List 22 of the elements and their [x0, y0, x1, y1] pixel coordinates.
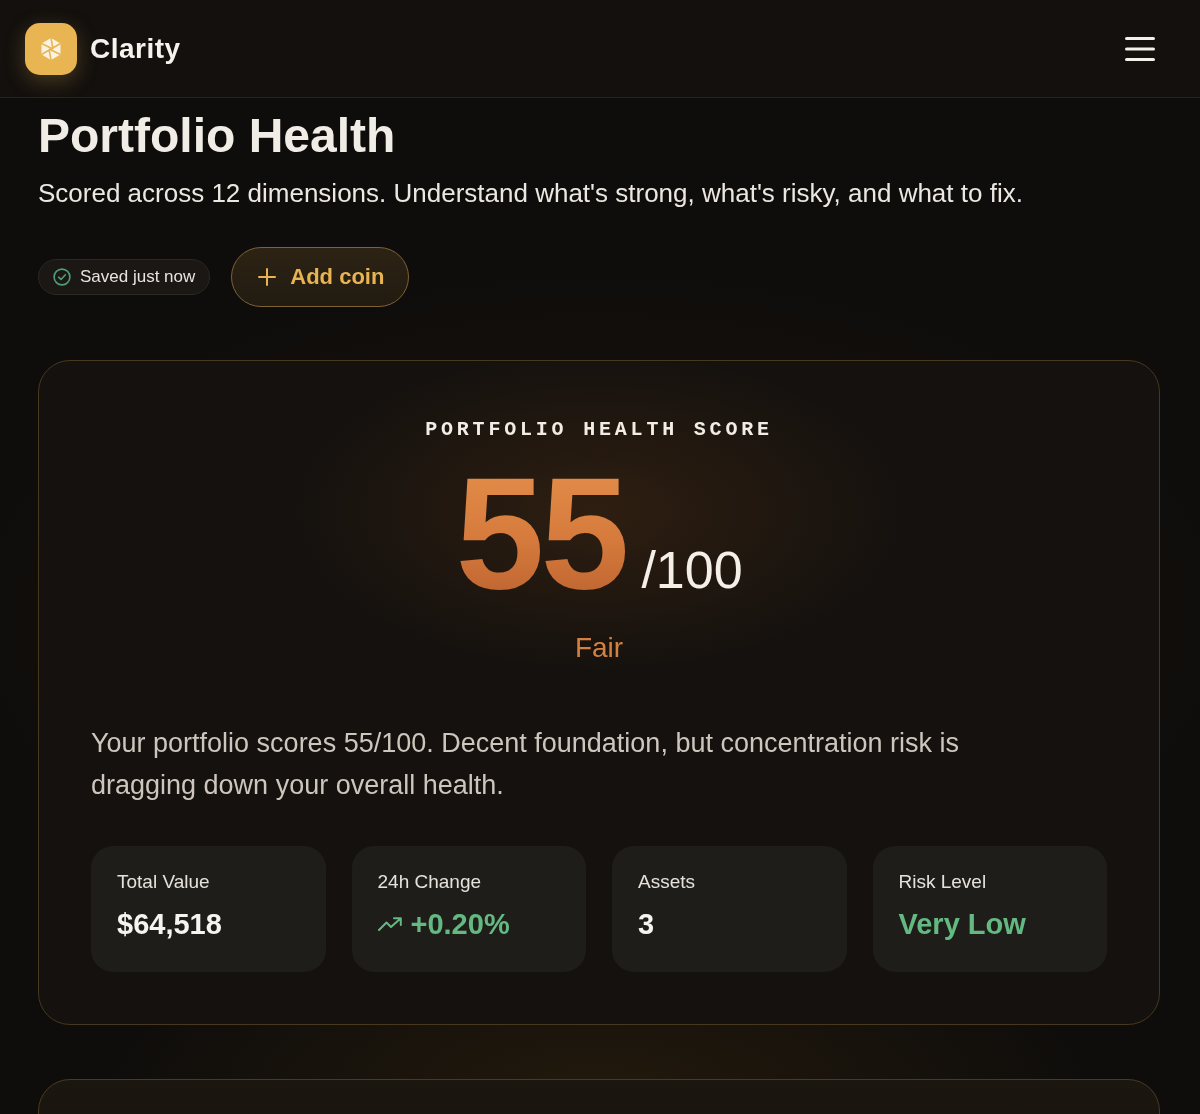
stat-label: Assets	[638, 870, 696, 894]
score-label: PORTFOLIO HEALTH SCORE	[424, 417, 774, 443]
logo-icon	[25, 22, 77, 75]
score-max: /100	[641, 540, 743, 600]
brand-name[interactable]: Clarity	[90, 32, 181, 65]
stat-value: 3	[638, 907, 655, 942]
trend-up-icon	[377, 917, 402, 931]
stat-value: $64,518	[117, 907, 222, 942]
plus-icon	[258, 268, 277, 286]
menu-icon[interactable]	[1125, 35, 1155, 62]
stat-label: Risk Level	[898, 870, 987, 894]
stat-value: Very Low	[898, 907, 1026, 942]
stat-label: 24h Change	[377, 870, 482, 894]
check-circle-icon	[53, 268, 71, 286]
page-title: Portfolio Health	[38, 108, 397, 164]
score-summary: Your portfolio scores 55/100. Decent foundation, but concentration risk is dragging down your overall health.	[91, 727, 961, 802]
stat-label: Total Value	[117, 870, 210, 894]
stat-value: +0.20%	[410, 907, 510, 942]
add-coin-button[interactable]: Add coin	[231, 247, 410, 307]
score-rating: Fair	[573, 631, 625, 665]
page-subtitle: Scored across 12 dimensions. Understand what's strong, what's risky, and what to fix.	[38, 177, 1024, 209]
save-status-label: Saved just now	[80, 267, 196, 287]
